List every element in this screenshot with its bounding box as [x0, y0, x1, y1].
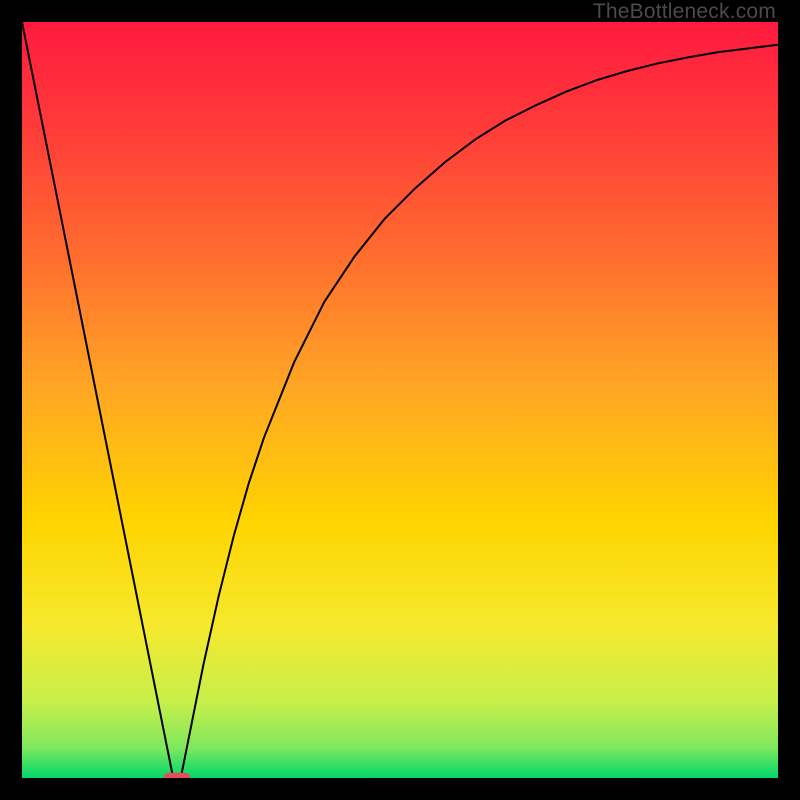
chart-background [22, 22, 778, 778]
site-watermark: TheBottleneck.com [593, 0, 776, 24]
minimum-marker [164, 773, 190, 778]
chart-frame [22, 22, 778, 778]
bottleneck-chart [22, 22, 778, 778]
